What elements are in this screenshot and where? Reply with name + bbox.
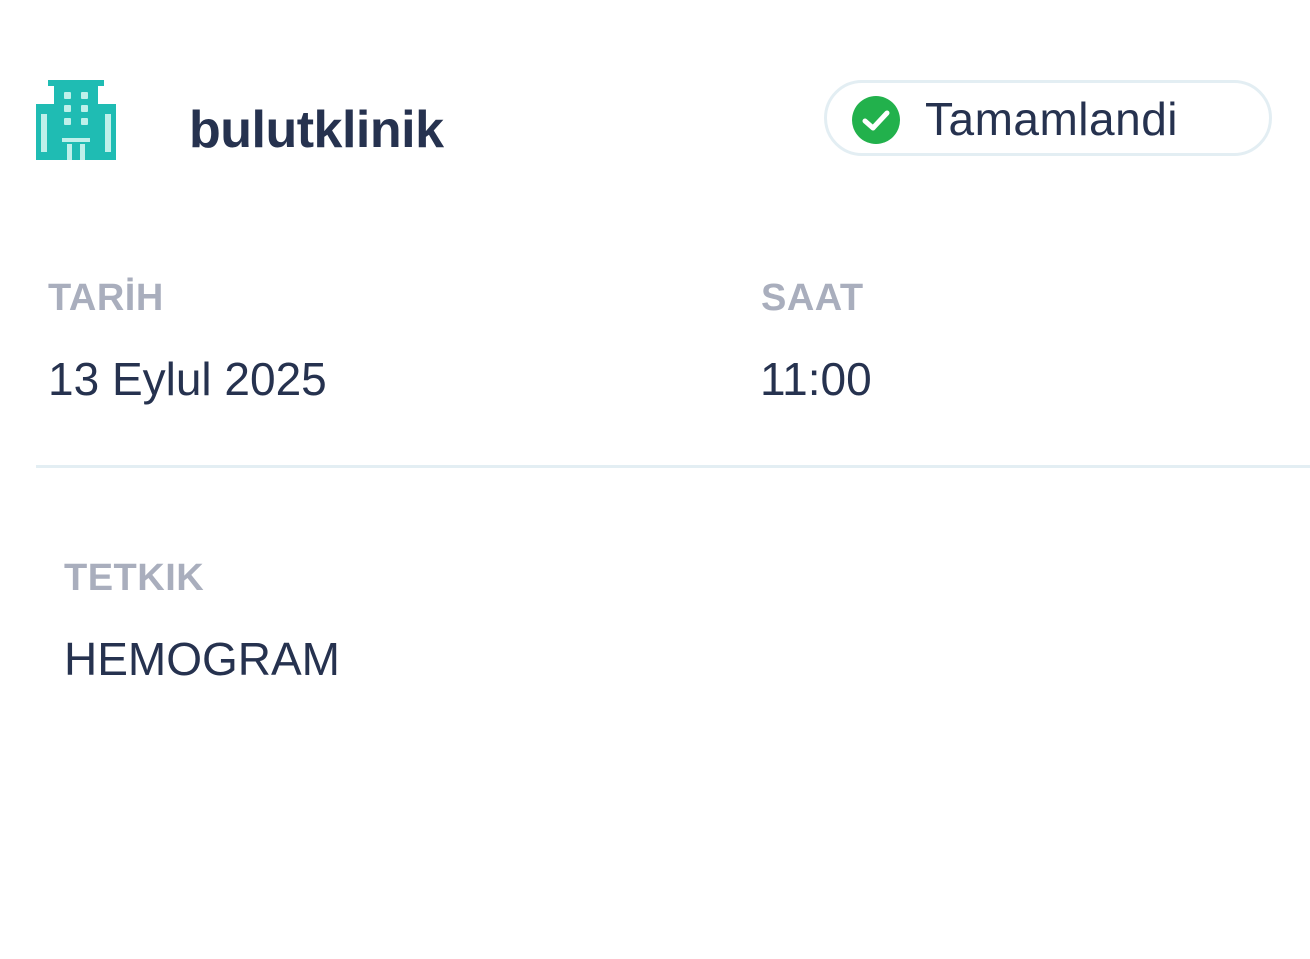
- time-value: 11:00: [760, 353, 872, 405]
- hospital-building-icon: [36, 80, 116, 160]
- time-label: SAAT: [761, 277, 864, 319]
- appointment-header: bulutklinik Tamamlandi: [36, 80, 1276, 160]
- status-badge: Tamamlandi: [824, 80, 1272, 156]
- clinic-name: bulutklinik: [189, 101, 444, 159]
- test-value: HEMOGRAM: [64, 633, 340, 685]
- check-circle-icon: [852, 96, 900, 144]
- status-label: Tamamlandi: [925, 93, 1178, 145]
- test-label: TETKIK: [64, 557, 205, 599]
- date-label: TARİH: [48, 277, 164, 319]
- section-divider: [36, 465, 1310, 468]
- date-value: 13 Eylul 2025: [48, 353, 327, 405]
